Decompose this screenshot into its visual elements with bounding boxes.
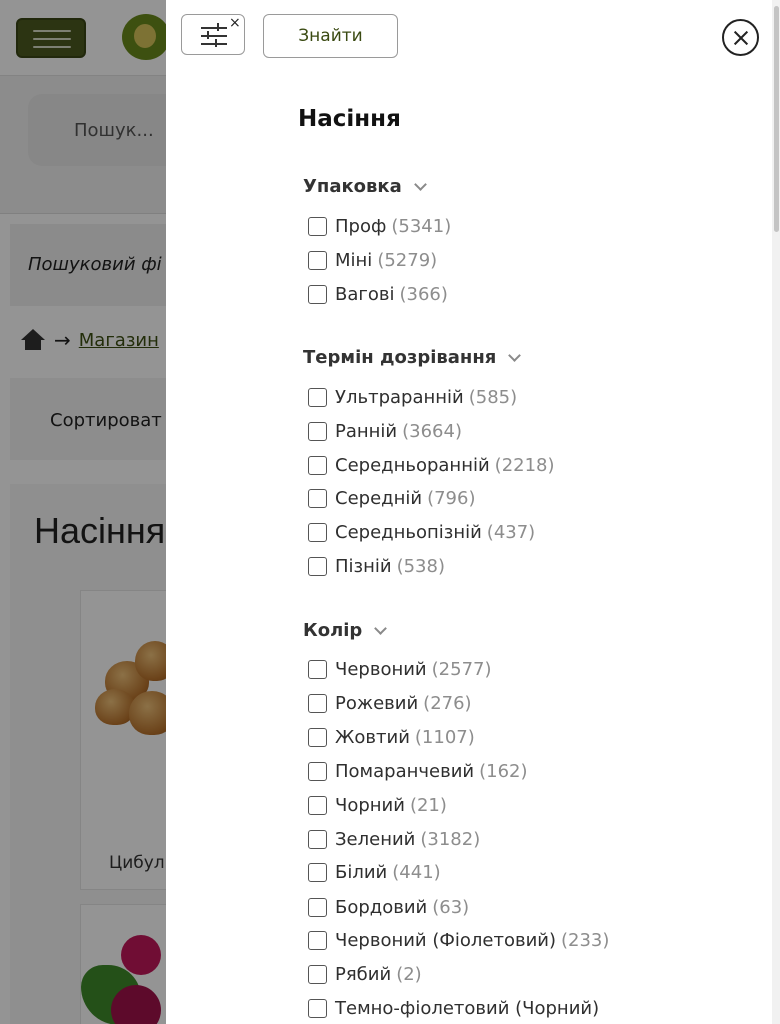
filter-option[interactable]: Жовтий (1107): [308, 726, 475, 748]
filter-option-count: (2577): [431, 658, 492, 680]
filter-option-label: Жовтий: [335, 726, 410, 748]
filter-option[interactable]: Білий (441): [308, 861, 441, 883]
filter-option-count: (276): [423, 692, 472, 714]
filter-option-count: (21): [409, 794, 447, 816]
checkbox[interactable]: [308, 897, 327, 917]
filter-option-label: Середньоранній: [335, 454, 490, 476]
checkbox[interactable]: [308, 998, 327, 1018]
filter-option[interactable]: Червоний (2577): [308, 658, 492, 680]
checkbox[interactable]: [308, 659, 327, 679]
filter-option-label: Середньопізній: [335, 521, 482, 543]
checkbox[interactable]: [308, 964, 327, 984]
filter-option[interactable]: Чорний (21): [308, 794, 447, 816]
checkbox[interactable]: [308, 829, 327, 849]
filter-option-label: Рябий: [335, 963, 392, 985]
filter-option-label: Бордовий: [335, 896, 428, 918]
checkbox[interactable]: [308, 761, 327, 781]
filter-option-count: (1107): [414, 726, 475, 748]
filter-option-label: Пізній: [335, 555, 392, 577]
filter-option-count: (366): [399, 283, 448, 305]
filter-option-count: (2): [396, 963, 422, 985]
filter-option[interactable]: Вагові (366): [308, 283, 448, 305]
filter-option-count: (3182): [420, 828, 481, 850]
checkbox[interactable]: [308, 284, 327, 304]
checkbox[interactable]: [308, 250, 327, 270]
filter-option-label: Темно-фіолетовий (Чорний): [335, 997, 600, 1019]
filter-option-label: Зелений: [335, 828, 416, 850]
reset-filters-button[interactable]: ×: [181, 14, 245, 55]
chevron-down-icon[interactable]: [413, 177, 427, 191]
scrollbar-thumb[interactable]: [774, 6, 779, 232]
filter-option-label: Червоний (Фіолетовий): [335, 929, 556, 951]
filter-option-count: (3664): [402, 420, 462, 442]
filter-option[interactable]: Помаранчевий (162): [308, 760, 528, 782]
close-icon[interactable]: [722, 19, 759, 56]
checkbox[interactable]: [308, 693, 327, 713]
filter-option-label: Ранній: [335, 420, 398, 442]
filter-option-label: Червоний: [335, 658, 427, 680]
checkbox[interactable]: [308, 387, 327, 407]
checkbox[interactable]: [308, 930, 327, 950]
filter-option[interactable]: Міні (5279): [308, 249, 437, 271]
filter-option-count: (233): [560, 929, 610, 951]
filter-option-label: Рожевий: [335, 692, 419, 714]
filter-option-label: Середній: [335, 487, 423, 509]
filter-option-label: Проф: [335, 215, 387, 237]
chevron-down-icon[interactable]: [374, 621, 388, 635]
filter-option-count: (441): [392, 861, 441, 883]
filter-group-packaging[interactable]: Упаковка: [303, 176, 427, 197]
filter-panel: [166, 0, 780, 1024]
filter-option[interactable]: Середньоранній (2218): [308, 454, 555, 476]
filter-option-count: (162): [479, 760, 528, 782]
filter-group-title: Колір: [303, 620, 363, 641]
filter-option-count: (63): [432, 896, 470, 918]
page: Пошук... Пошуковий фі → Магазин Сортиров…: [0, 0, 780, 1024]
filter-option[interactable]: Ультраранній (585): [308, 386, 517, 408]
filter-option-label: Вагові: [335, 283, 395, 305]
filter-option-count: (437): [486, 521, 536, 543]
filter-option-count: (796): [427, 487, 476, 509]
filter-option[interactable]: Рябий (2): [308, 963, 422, 985]
filter-option-count: (5341): [391, 215, 452, 237]
filter-option[interactable]: Пізній (538): [308, 555, 445, 577]
filter-option-count: (5279): [377, 249, 438, 271]
filter-panel-title: Насіння: [298, 106, 401, 132]
filter-option[interactable]: Середньопізній (437): [308, 521, 535, 543]
filter-option[interactable]: Темно-фіолетовий (Чорний): [308, 997, 604, 1019]
filter-option[interactable]: Рожевий (276): [308, 692, 472, 714]
checkbox[interactable]: [308, 421, 327, 441]
filter-option-label: Міні: [335, 249, 373, 271]
filter-option-label: Помаранчевий: [335, 760, 475, 782]
filter-option[interactable]: Ранній (3664): [308, 420, 462, 442]
filter-group-color[interactable]: Колір: [303, 620, 388, 641]
chevron-down-icon[interactable]: [508, 348, 522, 362]
filter-option[interactable]: Бордовий (63): [308, 896, 469, 918]
filter-group-title: Упаковка: [303, 176, 402, 197]
filter-group-title: Термін дозрівання: [303, 347, 497, 368]
filter-option[interactable]: Червоний (Фіолетовий) (233): [308, 929, 609, 951]
checkbox[interactable]: [308, 488, 327, 508]
checkbox[interactable]: [308, 862, 327, 882]
filter-option[interactable]: Зелений (3182): [308, 828, 480, 850]
filter-option-count: (585): [468, 386, 518, 408]
filter-option-label: Ультраранній: [335, 386, 464, 408]
filter-option-count: (2218): [494, 454, 555, 476]
filter-option-label: Білий: [335, 861, 388, 883]
find-button[interactable]: Знайти: [263, 14, 398, 58]
checkbox[interactable]: [308, 727, 327, 747]
filter-option[interactable]: Проф (5341): [308, 215, 451, 237]
filter-option[interactable]: Середній (796): [308, 487, 475, 509]
checkbox[interactable]: [308, 556, 327, 576]
checkbox[interactable]: [308, 455, 327, 475]
filter-option-count: (538): [396, 555, 445, 577]
checkbox[interactable]: [308, 795, 327, 815]
checkbox[interactable]: [308, 216, 327, 236]
filter-group-ripening[interactable]: Термін дозрівання: [303, 347, 522, 368]
filter-option-label: Чорний: [335, 794, 405, 816]
checkbox[interactable]: [308, 522, 327, 542]
